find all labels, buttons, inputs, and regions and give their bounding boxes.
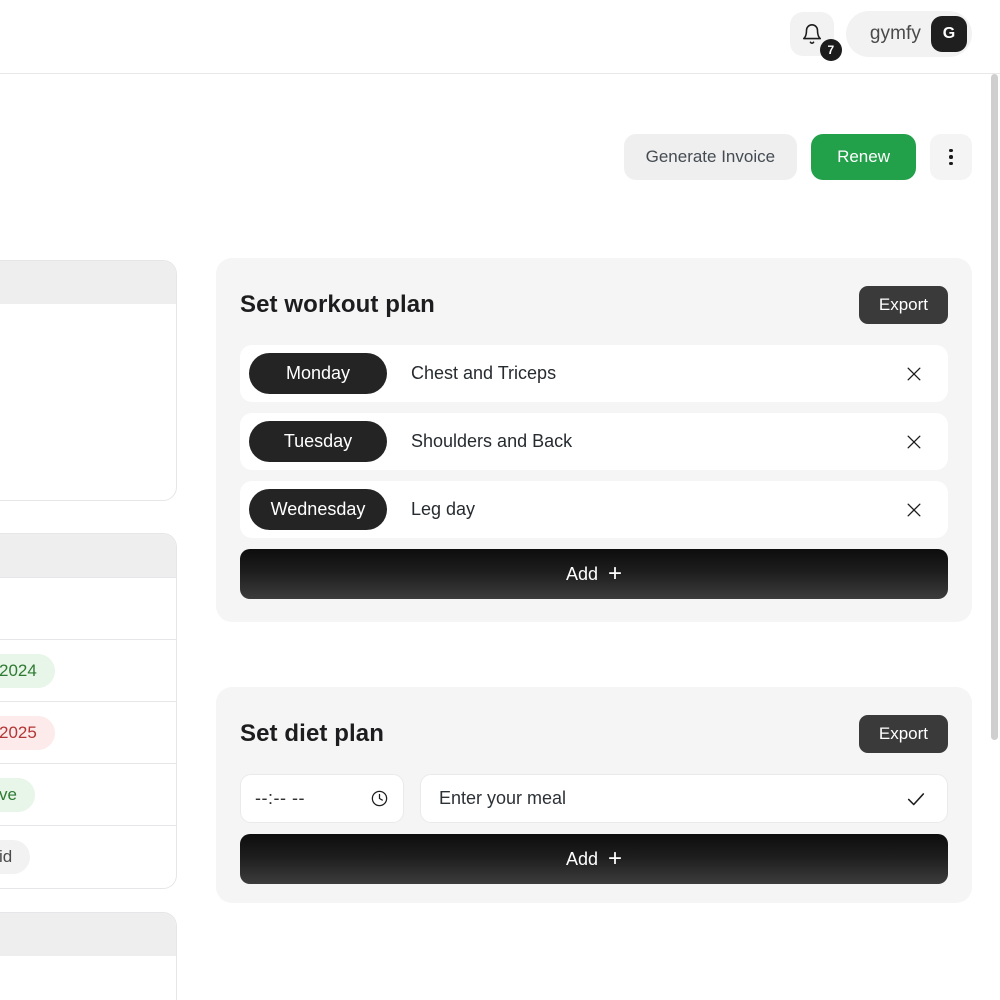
day-chip[interactable]: Monday [249, 353, 387, 394]
remove-workout-row-button[interactable] [902, 362, 926, 386]
workout-plan-card: Set workout plan Export Monday Chest and… [216, 258, 972, 622]
remove-workout-row-button[interactable] [902, 498, 926, 522]
diet-plan-card: Set diet plan Export --:-- -- Enter your… [216, 687, 972, 903]
workout-plan-row[interactable]: Wednesday Leg day [240, 481, 948, 538]
add-meal-button[interactable]: Add + [240, 834, 948, 884]
status-badge: 2025 [0, 715, 55, 750]
diet-plan-header: Set diet plan Export [216, 687, 972, 753]
kebab-dot [949, 161, 953, 166]
avatar: G [931, 16, 967, 52]
page-scrollbar-thumb[interactable] [991, 74, 998, 740]
workout-plan-text: Leg day [411, 499, 476, 519]
left-partial-card-1 [0, 260, 177, 501]
diet-input-row: --:-- -- [216, 753, 972, 823]
day-chip[interactable]: Tuesday [249, 421, 387, 462]
workout-plan-text: Shoulders and Back [411, 431, 573, 451]
top-bar: 7 gymfy G [0, 0, 1000, 74]
notifications-button[interactable]: 7 [789, 12, 842, 61]
status-badge: id [0, 839, 31, 874]
user-name-label: gymfy [869, 23, 921, 44]
workout-plan-row[interactable]: Monday Chest and Triceps [240, 345, 948, 402]
table-row[interactable] [0, 577, 176, 639]
bell-icon [802, 24, 821, 44]
add-meal-label: Add [565, 848, 598, 869]
left-card-header [0, 534, 176, 577]
close-icon [907, 503, 921, 516]
left-partial-card-2: 2024 2025 ve id [0, 533, 177, 889]
export-diet-button[interactable]: Export [858, 715, 948, 753]
check-icon [907, 792, 925, 805]
diet-plan-title: Set diet plan [240, 720, 384, 747]
kebab-dot [949, 155, 953, 159]
export-workout-button[interactable]: Export [858, 286, 948, 324]
table-row[interactable]: ve [0, 763, 176, 825]
confirm-meal-button[interactable] [903, 786, 929, 812]
meal-time-placeholder: --:-- -- [255, 788, 305, 808]
workout-plan-title: Set workout plan [240, 291, 435, 318]
day-chip[interactable]: Wednesday [249, 489, 387, 530]
workout-plan-list: Monday Chest and Triceps Tuesday Shoulde… [216, 324, 972, 538]
kebab-dot [949, 148, 953, 153]
add-workout-label: Add [565, 563, 598, 584]
close-icon [907, 435, 921, 448]
meal-name-field[interactable] [420, 774, 948, 823]
table-row[interactable]: 2024 [0, 639, 176, 701]
meal-input[interactable] [439, 788, 903, 809]
plus-icon: + [608, 560, 623, 587]
meal-time-input[interactable]: --:-- -- [240, 774, 404, 823]
close-icon [907, 367, 921, 380]
workout-plan-row[interactable]: Tuesday Shoulders and Back [240, 413, 948, 470]
notification-count-badge: 7 [819, 39, 842, 61]
left-card-header [0, 261, 176, 304]
user-menu-button[interactable]: gymfy G [845, 11, 972, 57]
page-action-row: Generate Invoice Renew [623, 134, 972, 180]
remove-workout-row-button[interactable] [902, 430, 926, 454]
status-badge: ve [0, 777, 35, 812]
left-partial-card-3 [0, 912, 177, 1000]
renew-button[interactable]: Renew [811, 134, 916, 180]
left-card-header [0, 913, 176, 956]
clock-icon[interactable] [370, 789, 389, 808]
add-workout-button[interactable]: Add + [240, 549, 948, 599]
generate-invoice-button[interactable]: Generate Invoice [623, 134, 798, 180]
top-bar-right-cluster: 7 gymfy G [789, 11, 972, 61]
table-row[interactable]: 2025 [0, 701, 176, 763]
plus-icon: + [608, 845, 623, 872]
workout-plan-header: Set workout plan Export [216, 258, 972, 324]
status-badge: 2024 [0, 653, 55, 688]
table-row[interactable]: id [0, 825, 176, 887]
more-options-button[interactable] [930, 134, 972, 180]
app-root: 7 gymfy G Generate Invoice Renew 2024 20… [0, 0, 1000, 1000]
workout-plan-text: Chest and Triceps [411, 363, 557, 383]
